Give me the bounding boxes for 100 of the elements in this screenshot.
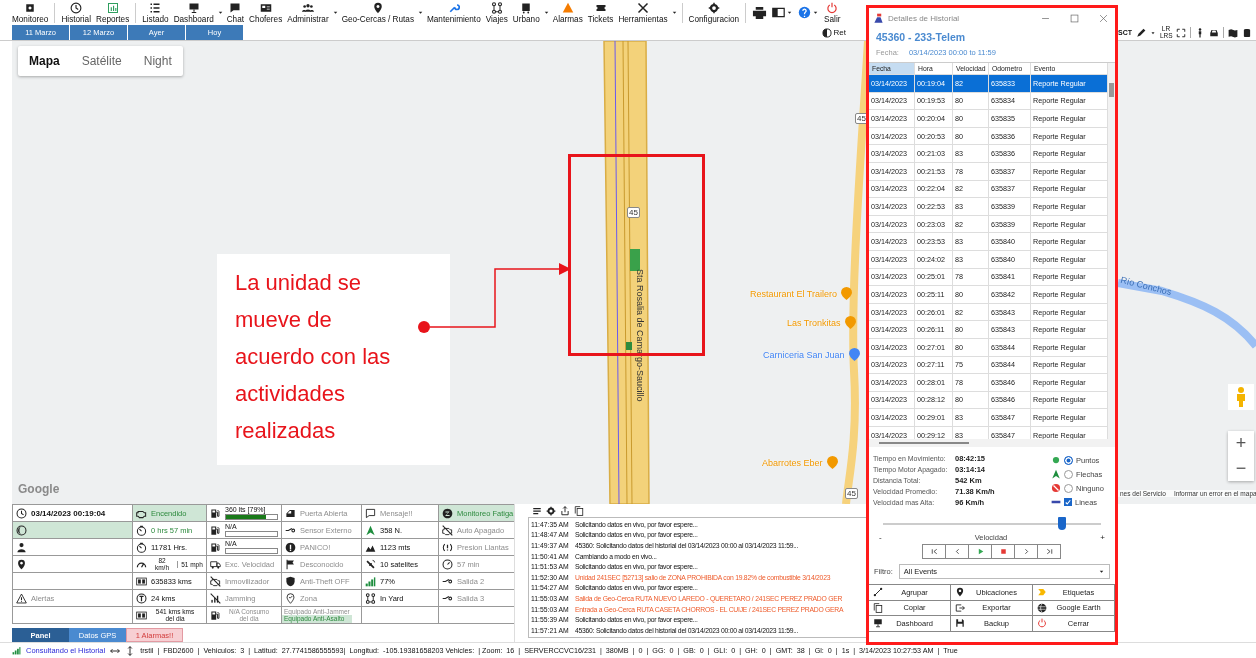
map-logo: Google: [18, 482, 60, 496]
toolbar-button[interactable]: Urbano: [510, 0, 542, 25]
dot-icon: [1051, 455, 1061, 465]
radio-button[interactable]: [1064, 483, 1073, 493]
place-pin-icon[interactable]: [848, 348, 860, 361]
door-icon: [285, 507, 296, 519]
playback-button[interactable]: [1037, 544, 1061, 559]
fatigue-icon: [442, 507, 453, 519]
moon-icon: [16, 524, 27, 536]
caret-icon[interactable]: [812, 9, 820, 17]
caret-icon[interactable]: [1150, 29, 1156, 36]
map-type-button[interactable]: Mapa: [18, 46, 71, 76]
checkbox[interactable]: [1064, 498, 1072, 506]
toolbar-button[interactable]: Viajes: [483, 0, 510, 25]
expand-icon[interactable]: [1176, 27, 1186, 38]
clock-icon: [70, 1, 83, 14]
caret-icon[interactable]: [417, 9, 424, 17]
pegman-icon: [1235, 387, 1247, 407]
maximize-icon[interactable]: [1069, 12, 1080, 24]
lines-icon[interactable]: [532, 505, 542, 516]
car-flag-icon: [873, 12, 884, 24]
satellite-icon: [365, 558, 376, 570]
gauge-icon: [442, 558, 453, 570]
previous-icon: [952, 547, 962, 556]
track-point-icon[interactable]: [626, 342, 632, 350]
share-icon[interactable]: [560, 505, 570, 516]
toolbar-button[interactable]: Geo-Cercas / Rutas: [339, 0, 416, 25]
toolbar-button[interactable]: Herramientas: [616, 0, 670, 25]
clock-icon: [16, 507, 27, 519]
caret-icon[interactable]: [542, 9, 550, 17]
toolbar-button[interactable]: Tickets: [585, 0, 616, 25]
people-icon: [301, 1, 314, 14]
printer-icon[interactable]: [752, 5, 768, 21]
toolbar-button[interactable]: Listado: [140, 0, 171, 25]
route-shield: 45: [845, 488, 858, 499]
line-nodes-icon: [873, 587, 883, 598]
slider-min-label: -: [879, 532, 882, 542]
unit-title: 45360 - 233-Telem: [875, 30, 967, 45]
monitor-icon: [873, 618, 883, 629]
zoom-button[interactable]: −: [1228, 456, 1254, 481]
caret-icon[interactable]: [670, 9, 678, 17]
toolbar-button[interactable]: Administrar: [285, 0, 331, 25]
bus-icon: [520, 1, 533, 14]
playback-button[interactable]: [945, 544, 969, 559]
toolbar-button[interactable]: Chat: [224, 0, 246, 25]
odometer-icon: [136, 609, 147, 621]
location-check-icon: [285, 592, 296, 604]
datetime-text: 03/14/2023 00:19:04: [31, 508, 106, 518]
playback-button[interactable]: [991, 544, 1015, 559]
warning-icon: [16, 592, 27, 604]
globe-icon: [1037, 602, 1047, 613]
toolbar-button[interactable]: Historial: [59, 0, 93, 25]
ret-button[interactable]: Ret: [821, 25, 848, 40]
map-type-button[interactable]: Night: [132, 46, 183, 76]
toolbar-button[interactable]: Dashboard: [171, 0, 216, 25]
toolbar-button[interactable]: Alarmas: [550, 0, 585, 25]
timer-icon: [136, 524, 147, 536]
database-icon[interactable]: [1242, 27, 1252, 38]
pencil-icon[interactable]: [1136, 27, 1146, 38]
slider-thumb[interactable]: [1057, 517, 1066, 530]
playback-button[interactable]: [968, 544, 992, 559]
toolbar-button[interactable]: Choferes: [247, 0, 285, 25]
map-icon[interactable]: [1228, 27, 1238, 38]
gear-icon: [707, 1, 720, 14]
route-icon: [490, 1, 503, 14]
toolbar-button[interactable]: Mantenimiento: [425, 0, 483, 25]
exclamation-icon: [285, 541, 296, 553]
map-type-button[interactable]: Satélite: [70, 46, 133, 76]
radio-button[interactable]: [1064, 469, 1073, 479]
caret-icon[interactable]: [331, 9, 339, 17]
exit-button[interactable]: Salir: [822, 0, 843, 25]
playback-button[interactable]: [922, 544, 946, 559]
toolbar-button[interactable]: Reportes: [94, 0, 132, 25]
speed-slider[interactable]: [883, 517, 1101, 531]
radio-button[interactable]: [1064, 455, 1073, 465]
warning-filled-icon: [561, 1, 574, 14]
zoom-button[interactable]: +: [1228, 431, 1254, 456]
close-icon[interactable]: [1098, 12, 1109, 24]
help-icon[interactable]: [798, 6, 812, 20]
pin-icon: [371, 1, 384, 14]
fuel-gauge: [225, 548, 278, 554]
odometer-icon: [136, 575, 147, 587]
monitor-icon: [187, 1, 200, 14]
caret-icon[interactable]: [786, 9, 794, 17]
vehicle-marker-icon[interactable]: [630, 249, 640, 271]
layout-icon[interactable]: [772, 6, 786, 20]
toolbar-button[interactable]: Configuracion: [686, 0, 742, 25]
chat-icon: [365, 507, 376, 519]
scrollbar-thumb[interactable]: [879, 442, 969, 444]
checkmark-icon: [1065, 498, 1071, 506]
signal-bars-icon: [365, 575, 376, 587]
scrollbar-thumb[interactable]: [1109, 83, 1114, 97]
playback-button[interactable]: [1014, 544, 1038, 559]
gear-icon[interactable]: [546, 505, 556, 516]
caret-icon[interactable]: [216, 9, 224, 17]
car-icon[interactable]: [1209, 27, 1219, 38]
tire-icon: [442, 541, 453, 553]
toolbar-button[interactable]: Monitoreo: [10, 0, 51, 25]
copy-icon[interactable]: [574, 505, 584, 516]
fuel-gauge: [225, 531, 278, 537]
